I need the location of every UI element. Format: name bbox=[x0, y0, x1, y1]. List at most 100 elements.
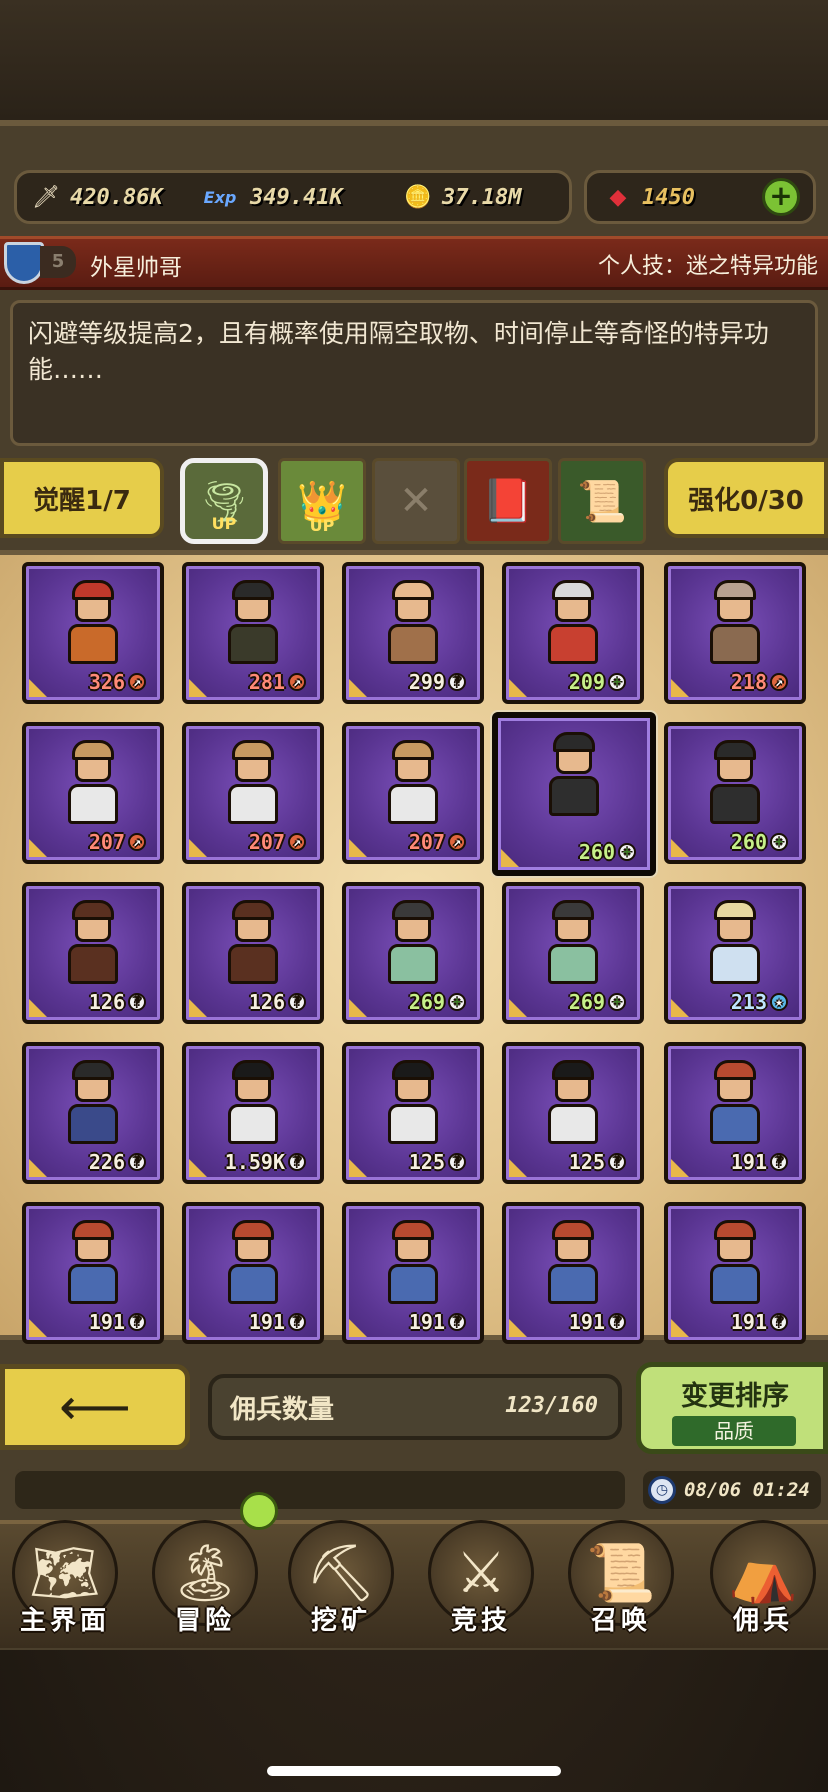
top-map-strip bbox=[0, 0, 828, 120]
mercenary-card[interactable]: 207 ↗ bbox=[342, 722, 484, 864]
message-bar[interactable] bbox=[12, 1468, 628, 1512]
mercenary-card[interactable]: 126? bbox=[22, 882, 164, 1024]
rarity-corner-icon bbox=[189, 1159, 207, 1177]
sword-stat-icon: ↗ bbox=[288, 673, 306, 691]
mercenary-portrait-icon bbox=[218, 900, 288, 988]
sword-stat-icon: ↗ bbox=[448, 833, 466, 851]
tab-tornado-up[interactable]: UP 🌪 bbox=[180, 458, 268, 544]
mercenary-power: 269 + bbox=[409, 990, 466, 1014]
mercenary-card[interactable]: 1.59K? bbox=[182, 1042, 324, 1184]
rarity-corner-icon bbox=[29, 679, 47, 697]
mercenary-power: 281 ↗ bbox=[249, 670, 306, 694]
mercenary-power: 207 ↗ bbox=[249, 830, 306, 854]
mercenary-portrait-icon bbox=[378, 580, 448, 668]
question-stat-icon: ? bbox=[608, 1313, 626, 1331]
nav-mercenary[interactable]: ⛺ 佣兵 bbox=[698, 1512, 828, 1648]
mercenary-card[interactable]: 209 + bbox=[502, 562, 644, 704]
rarity-corner-icon bbox=[189, 679, 207, 697]
tab-book[interactable]: 📕 bbox=[464, 458, 552, 544]
mercenary-card[interactable]: 191? bbox=[664, 1202, 806, 1344]
gem-resource: ◆ 1450 bbox=[600, 178, 695, 216]
attack-resource: 🗡 420.86K bbox=[28, 178, 163, 216]
mercenary-portrait-icon bbox=[378, 740, 448, 828]
mercenary-card[interactable]: 125? bbox=[502, 1042, 644, 1184]
question-stat-icon: ? bbox=[770, 1313, 788, 1331]
mercenary-card[interactable]: 326 ↗ bbox=[22, 562, 164, 704]
mercenary-power: 260 + bbox=[731, 830, 788, 854]
mercenary-power: 226? bbox=[89, 1150, 146, 1174]
arrow-left-icon: ⟵ bbox=[59, 1378, 131, 1436]
close-icon: ✕ bbox=[399, 478, 433, 524]
rarity-corner-icon bbox=[509, 1319, 527, 1337]
ruby-gem-icon: ◆ bbox=[609, 184, 627, 210]
mercenary-portrait-icon bbox=[378, 1060, 448, 1148]
plus-stat-icon: + bbox=[770, 833, 788, 851]
mercenary-portrait-icon bbox=[58, 900, 128, 988]
nav-adventure[interactable]: 🏝 冒险 bbox=[140, 1512, 270, 1648]
mercenary-portrait-icon bbox=[218, 1060, 288, 1148]
mercenary-power-value: 269 bbox=[408, 990, 445, 1014]
mercenary-count-label: 佣兵数量 bbox=[230, 1395, 335, 1425]
mercenary-card[interactable]: 191? bbox=[664, 1042, 806, 1184]
mercenary-card[interactable]: 207 ↗ bbox=[182, 722, 324, 864]
mercenary-card[interactable]: 269 + bbox=[342, 882, 484, 1024]
sort-title[interactable]: 变更排序 bbox=[660, 1374, 810, 1413]
shield-icon bbox=[4, 242, 44, 284]
tab-locked[interactable]: ✕ bbox=[372, 458, 460, 544]
mercenary-power-value: 213 bbox=[730, 990, 767, 1014]
question-stat-icon: ? bbox=[770, 1153, 788, 1171]
nav-main[interactable]: 🗺 主界面 bbox=[0, 1512, 130, 1648]
mercenary-card[interactable]: 260 + bbox=[492, 712, 656, 876]
mercenary-power: 191? bbox=[89, 1310, 146, 1334]
mercenary-card[interactable]: 213 ★ bbox=[664, 882, 806, 1024]
awaken-button[interactable]: 觉醒1/7 bbox=[0, 458, 164, 538]
mercenary-portrait-icon bbox=[700, 740, 770, 828]
gold-coin-icon: 🪙 bbox=[404, 184, 432, 210]
tab-scroll[interactable]: 📜 bbox=[558, 458, 646, 544]
mercenary-card[interactable]: 125? bbox=[342, 1042, 484, 1184]
mercenary-card[interactable]: 260 + bbox=[664, 722, 806, 864]
rarity-corner-icon bbox=[501, 849, 519, 867]
sort-mode[interactable]: 品质 bbox=[672, 1416, 796, 1446]
clock-icon: ◷ bbox=[648, 1476, 676, 1504]
back-button[interactable]: ⟵ bbox=[0, 1364, 190, 1450]
mercenary-card[interactable]: 281 ↗ bbox=[182, 562, 324, 704]
question-stat-icon: ? bbox=[608, 1153, 626, 1171]
rarity-corner-icon bbox=[349, 839, 367, 857]
plus-stat-icon: + bbox=[608, 993, 626, 1011]
mercenary-power: 260 + bbox=[579, 840, 636, 864]
mercenary-card[interactable]: 218 ↗ bbox=[664, 562, 806, 704]
mercenary-power-value: 218 bbox=[730, 670, 767, 694]
mercenary-portrait-icon bbox=[700, 900, 770, 988]
mercenary-power: 213 ★ bbox=[731, 990, 788, 1014]
mercenary-card[interactable]: 126? bbox=[182, 882, 324, 1024]
exp-value: 349.41K bbox=[250, 184, 343, 210]
mercenary-portrait-icon bbox=[700, 580, 770, 668]
mercenary-power: 207 ↗ bbox=[409, 830, 466, 854]
mercenary-card[interactable]: 269 + bbox=[502, 882, 644, 1024]
mercenary-card[interactable]: 299? bbox=[342, 562, 484, 704]
spellbook-icon: 📕 bbox=[481, 476, 535, 525]
mercenary-power: 191? bbox=[569, 1310, 626, 1334]
mercenary-card[interactable]: 226? bbox=[22, 1042, 164, 1184]
mercenary-power: 207 ↗ bbox=[89, 830, 146, 854]
nav-summon[interactable]: 📜 召唤 bbox=[556, 1512, 686, 1648]
nav-mining[interactable]: ⛏ 挖矿 bbox=[276, 1512, 406, 1648]
nav-arena[interactable]: ⚔ 竞技 bbox=[416, 1512, 546, 1648]
mercenary-card[interactable]: 191? bbox=[22, 1202, 164, 1344]
gem-value: 1450 bbox=[642, 184, 695, 210]
mercenary-power: 125? bbox=[409, 1150, 466, 1174]
mercenary-portrait-icon bbox=[378, 1220, 448, 1308]
mercenary-power-value: 191 bbox=[408, 1310, 445, 1334]
mercenary-power: 191? bbox=[731, 1310, 788, 1334]
mercenary-card[interactable]: 191? bbox=[182, 1202, 324, 1344]
add-gems-button[interactable]: + bbox=[762, 178, 800, 216]
mercenary-power: 209 + bbox=[569, 670, 626, 694]
enhance-button[interactable]: 强化0/30 bbox=[664, 458, 828, 538]
mercenary-card[interactable]: 191? bbox=[502, 1202, 644, 1344]
mercenary-card[interactable]: 191? bbox=[342, 1202, 484, 1344]
tab-crown-up[interactable]: 👑 UP bbox=[278, 458, 366, 544]
attack-value: 420.86K bbox=[70, 184, 163, 210]
mercenary-card[interactable]: 207 ↗ bbox=[22, 722, 164, 864]
mercenary-power-value: 269 bbox=[568, 990, 605, 1014]
